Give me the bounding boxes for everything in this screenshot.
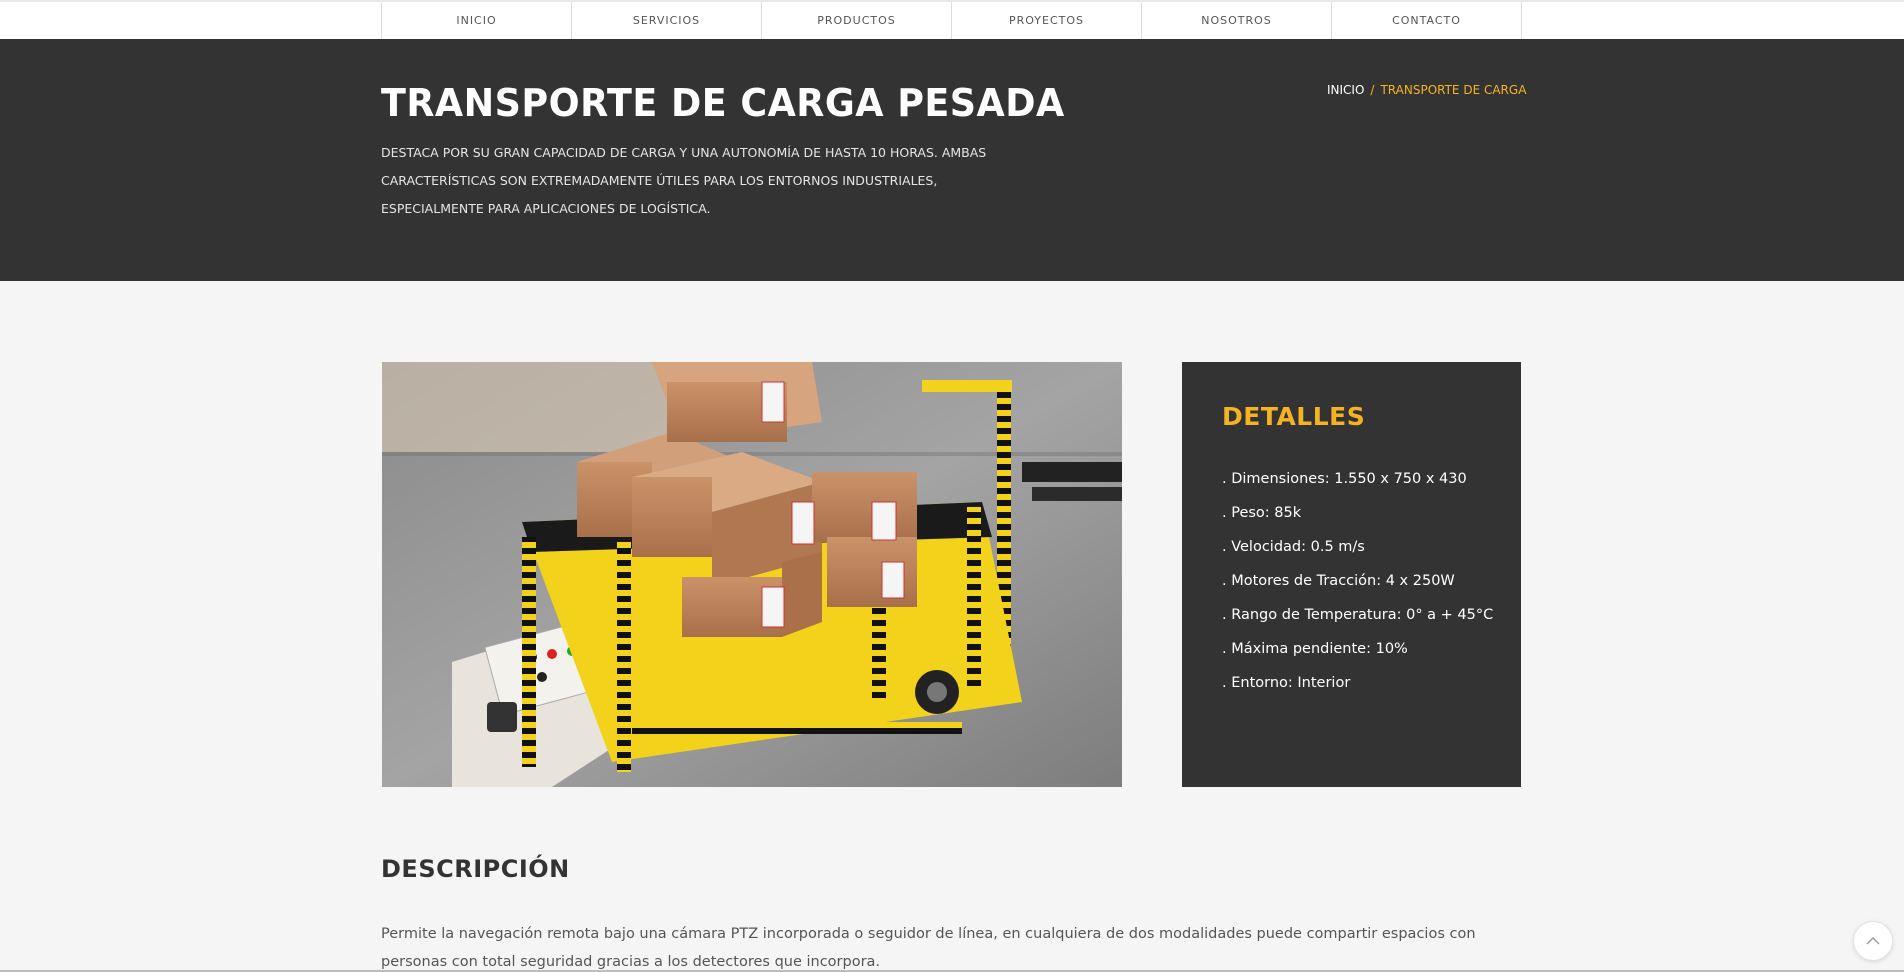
detail-speed: . Velocidad: 0.5 m/s bbox=[1222, 539, 1365, 555]
nav-item-contacto[interactable]: CONTACTO bbox=[1332, 2, 1522, 39]
detail-environment: . Entorno: Interior bbox=[1222, 675, 1351, 691]
detail-weight: . Peso: 85k bbox=[1222, 505, 1302, 521]
breadcrumb-home-link[interactable]: INICIO bbox=[1327, 83, 1364, 97]
page-subtitle: DESTACA POR SU GRAN CAPACIDAD DE CARGA Y… bbox=[381, 145, 987, 216]
description-title: DESCRIPCIÓN bbox=[381, 855, 570, 883]
breadcrumb-current: TRANSPORTE DE CARGA bbox=[1380, 83, 1527, 97]
details-title: DETALLES bbox=[1222, 402, 1366, 431]
breadcrumb: INICIO / TRANSPORTE DE CARGA bbox=[1327, 83, 1526, 97]
description-text: Permite la navegación remota bajo una cá… bbox=[381, 926, 1476, 970]
page-header: TRANSPORTE DE CARGA PESADA DESTACA POR S… bbox=[0, 39, 1904, 281]
details-list: . Dimensiones: 1.550 x 750 x 430 . Peso:… bbox=[1222, 467, 1493, 705]
details-card: DETALLES . Dimensiones: 1.550 x 750 x 43… bbox=[1182, 362, 1521, 787]
top-navigation: INICIO SERVICIOS PRODUCTOS PROYECTOS NOS… bbox=[0, 0, 1904, 39]
scroll-to-top-button[interactable] bbox=[1853, 921, 1893, 961]
nav-item-nosotros[interactable]: NOSOTROS bbox=[1142, 2, 1332, 39]
nav-item-inicio[interactable]: INICIO bbox=[382, 2, 572, 39]
nav-item-productos[interactable]: PRODUCTOS bbox=[762, 2, 952, 39]
cargo-robot-illustration bbox=[382, 362, 1122, 787]
nav-item-servicios[interactable]: SERVICIOS bbox=[572, 2, 762, 39]
detail-motors: . Motores de Tracción: 4 x 250W bbox=[1222, 573, 1455, 589]
page-title: TRANSPORTE DE CARGA PESADA bbox=[381, 81, 1065, 125]
detail-dimensions: . Dimensiones: 1.550 x 750 x 430 bbox=[1222, 471, 1467, 487]
detail-temperature: . Rango de Temperatura: 0° a + 45°C bbox=[1222, 607, 1494, 623]
chevron-up-icon bbox=[1866, 937, 1880, 945]
nav-menu: INICIO SERVICIOS PRODUCTOS PROYECTOS NOS… bbox=[381, 2, 1522, 39]
product-image bbox=[382, 362, 1122, 787]
detail-slope: . Máxima pendiente: 10% bbox=[1222, 641, 1408, 657]
breadcrumb-separator: / bbox=[1370, 83, 1375, 97]
nav-item-proyectos[interactable]: PROYECTOS bbox=[952, 2, 1142, 39]
